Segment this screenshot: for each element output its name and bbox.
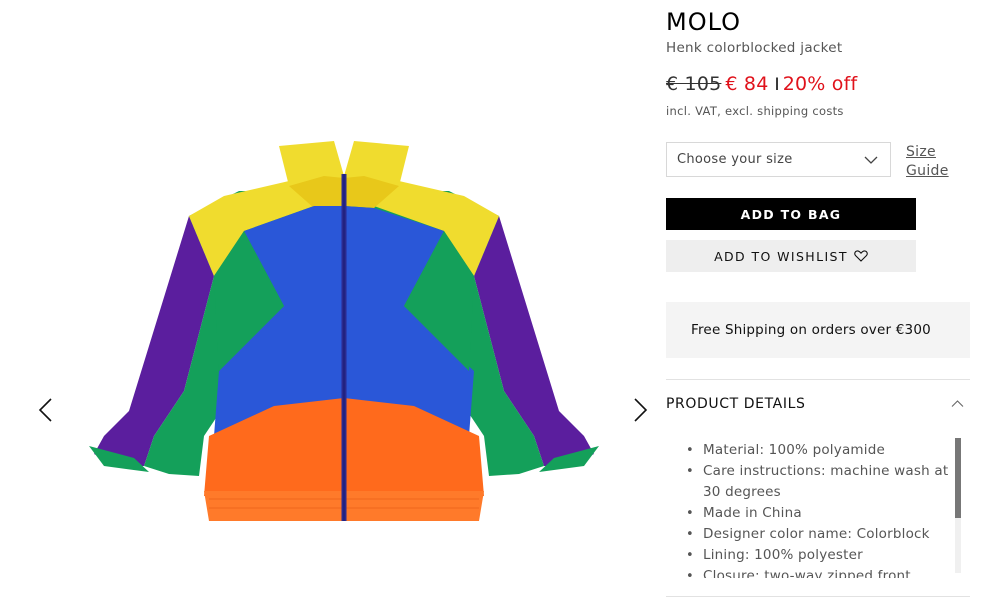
product-details-toggle[interactable]: PRODUCT DETAILS (666, 380, 970, 428)
size-select[interactable]: Choose your size (666, 142, 891, 177)
price-separator: I (774, 75, 780, 95)
detail-item: Closure: two-way zipped front (686, 566, 970, 578)
original-price: € 105 (666, 73, 722, 95)
chevron-down-icon (864, 156, 878, 164)
product-details-title: PRODUCT DETAILS (666, 396, 806, 412)
detail-item: Made in China (686, 503, 970, 524)
add-to-wishlist-label: ADD TO WISHLIST (714, 248, 848, 264)
discount-label: 20% off (782, 73, 858, 95)
vat-note: incl. VAT, excl. shipping costs (666, 104, 844, 118)
sale-price: € 84 (725, 73, 769, 95)
brand-name[interactable]: MOLO (666, 8, 741, 36)
heart-icon (854, 250, 868, 262)
product-image (89, 141, 599, 521)
chevron-right-icon[interactable] (627, 396, 653, 424)
divider (666, 596, 970, 597)
detail-item: Material: 100% polyamide (686, 440, 970, 461)
detail-item: Lining: 100% polyester (686, 545, 970, 566)
shipping-text: Free Shipping on orders over €300 (691, 322, 931, 338)
details-scrollbar[interactable] (955, 438, 961, 573)
chevron-up-icon (951, 400, 964, 407)
detail-item: Designer color name: Colorblock (686, 524, 970, 545)
chevron-left-icon[interactable] (33, 396, 59, 424)
size-placeholder: Choose your size (677, 152, 793, 167)
size-guide-link[interactable]: Size Guide (906, 143, 966, 181)
product-gallery (0, 0, 680, 600)
product-name: Henk colorblocked jacket (666, 40, 843, 56)
add-to-bag-button[interactable]: ADD TO BAG (666, 198, 916, 230)
detail-item: Care instructions: machine wash at 30 de… (686, 461, 970, 503)
scrollbar-thumb[interactable] (955, 438, 961, 518)
shipping-banner: Free Shipping on orders over €300 (666, 302, 970, 358)
add-to-wishlist-button[interactable]: ADD TO WISHLIST (666, 240, 916, 272)
product-details-list: Material: 100% polyamide Care instructio… (666, 440, 970, 578)
price-row: € 105 € 84 I 20% off (666, 73, 857, 95)
